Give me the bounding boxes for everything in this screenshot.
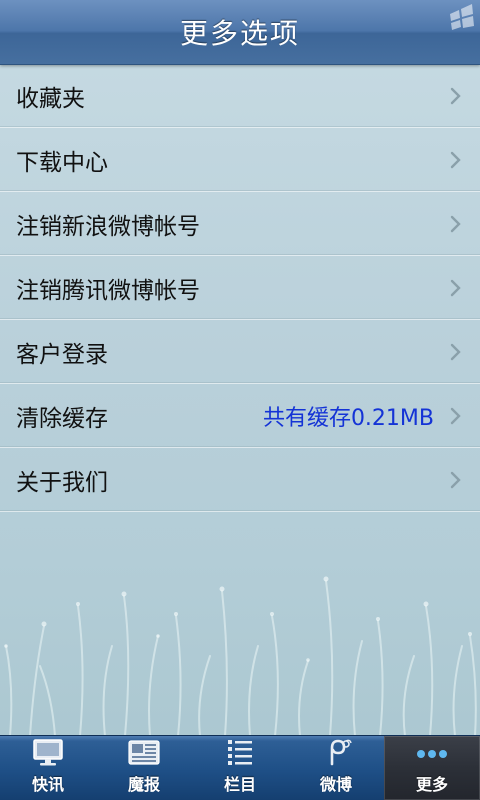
app-screen: 更多选项 收藏夹 下载中心 注销新浪微博帐号 注销腾讯微博帐号 客户登录 清除缓… [0,0,480,800]
menu-item-label: 关于我们 [16,469,108,496]
menu-item-label: 注销腾讯微博帐号 [16,277,200,304]
chevron-right-icon [450,215,461,232]
menu-item-download-center[interactable]: 下载中心 [0,128,480,192]
list-icon [228,740,252,765]
tab-label: 栏目 [223,775,256,794]
tab-columns[interactable]: 栏目 [192,736,288,800]
menu-item-clear-cache[interactable]: 清除缓存 共有缓存0.21MB [0,384,480,448]
menu-item-label: 注销新浪微博帐号 [16,213,200,240]
page-title: 更多选项 [179,17,300,50]
chevron-right-icon [450,151,461,168]
title-bar: 更多选项 [0,0,480,65]
chevron-right-icon [450,87,461,104]
weibo-icon [330,739,352,766]
newspaper-icon [128,740,160,765]
menu-item-favorites[interactable]: 收藏夹 [0,64,480,128]
chevron-right-icon [450,407,461,424]
window-logo-icon [450,4,474,30]
tab-label: 更多 [415,775,448,794]
menu-item-about-us[interactable]: 关于我们 [0,448,480,512]
more-dots-icon [417,750,447,758]
cache-size-value: 共有缓存0.21MB [262,405,434,431]
chevron-right-icon [450,279,461,296]
tab-magic-paper[interactable]: 魔报 [96,736,192,800]
tab-news-flash[interactable]: 快讯 [0,736,96,800]
chevron-right-icon [450,471,461,488]
menu-item-logout-tencent-weibo[interactable]: 注销腾讯微博帐号 [0,256,480,320]
options-list: 收藏夹 下载中心 注销新浪微博帐号 注销腾讯微博帐号 客户登录 清除缓存 共有缓… [0,64,480,512]
menu-item-label: 客户登录 [16,341,108,368]
monitor-icon [33,739,63,766]
menu-item-logout-sina-weibo[interactable]: 注销新浪微博帐号 [0,192,480,256]
chevron-right-icon [450,343,461,360]
tab-label: 微博 [319,775,352,794]
menu-item-customer-login[interactable]: 客户登录 [0,320,480,384]
tab-weibo[interactable]: 微博 [288,736,384,800]
grass-background-decoration [4,576,477,736]
tab-label: 快讯 [31,775,64,794]
bottom-tab-bar: 快讯 魔报 栏目 微博 更多 [0,735,480,800]
menu-item-label: 收藏夹 [16,85,85,112]
tab-more[interactable]: 更多 [384,736,480,800]
tab-label: 魔报 [127,775,160,794]
menu-item-label: 下载中心 [16,149,108,176]
menu-item-label: 清除缓存 [16,405,108,432]
